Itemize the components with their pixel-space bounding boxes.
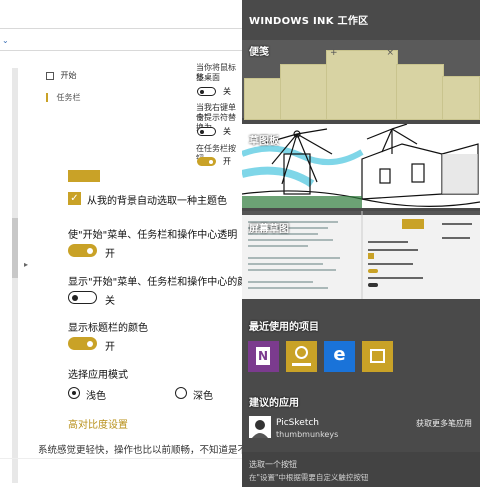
- transparency-label: 使"开始"菜单、任务栏和操作中心透明: [68, 230, 238, 241]
- toggle-switch[interactable]: [197, 87, 216, 96]
- divider: [0, 458, 242, 459]
- sticky-notes-tile[interactable]: + ×: [242, 40, 480, 120]
- suggested-apps-label: 建议的应用: [249, 398, 299, 409]
- accent-color-swatch[interactable]: [68, 170, 100, 182]
- selected-indicator: [46, 93, 48, 102]
- high-contrast-link[interactable]: 高对比度设置: [68, 416, 128, 431]
- panel-footer[interactable]: 选取一个按钮 在"设置"中根据需要自定义触控按钮: [242, 452, 480, 487]
- get-more-pen-apps-link[interactable]: 获取更多笔应用: [416, 418, 472, 429]
- show-color-toggle[interactable]: [68, 291, 97, 304]
- footer-title: 选取一个按钮: [249, 460, 297, 469]
- auto-color-checkbox[interactable]: ✓: [68, 192, 81, 205]
- transparency-toggle[interactable]: [68, 244, 97, 257]
- divider: [0, 50, 242, 51]
- sticky-note: [280, 64, 328, 120]
- show-color-label: 显示"开始"菜单、任务栏和操作中心的颜: [68, 277, 242, 288]
- dark-mode-radio[interactable]: [175, 387, 187, 399]
- footer-hint: 在"设置"中根据需要自定义触控按钮: [249, 473, 369, 482]
- suggested-app-name[interactable]: PicSketch: [276, 418, 319, 428]
- sticky-note: [396, 64, 444, 120]
- toggle-switch[interactable]: [197, 127, 216, 136]
- edge-icon[interactable]: e: [324, 341, 355, 372]
- sidebar-item-taskbar[interactable]: 任务栏: [46, 92, 81, 103]
- toggle-state: 关: [223, 87, 231, 96]
- divider: [0, 28, 242, 29]
- toggle-switch[interactable]: [197, 157, 216, 166]
- windows-ink-workspace-panel: WINDOWS INK 工作区 便笺 + × 草图板 屏幕草图 最近使用的项目 …: [242, 0, 480, 487]
- settings-window: ⌄ ▸ 开始 任务栏 当你将鼠标移 览桌面 关 当我右键单击" 令提示符替换为 …: [0, 0, 242, 487]
- chevron-down-icon[interactable]: ⌄: [2, 36, 9, 45]
- sticky-note: + ×: [326, 48, 398, 120]
- scrollbar[interactable]: [12, 68, 18, 483]
- toggle-state: 开: [105, 249, 115, 260]
- onenote-icon[interactable]: N: [248, 341, 279, 372]
- light-mode-radio[interactable]: [68, 387, 80, 399]
- sticky-note: [442, 76, 480, 120]
- option-text: 览桌面: [196, 73, 220, 82]
- sidebar-item-label: 任务栏: [56, 93, 81, 102]
- titlebar-color-label: 显示标题栏的颜色: [68, 323, 148, 334]
- add-icon: +: [330, 48, 338, 58]
- screen-sketch-label: 屏幕草图: [249, 224, 289, 235]
- recent-items-label: 最近使用的项目: [249, 322, 319, 333]
- sticky-notes-label: 便笺: [249, 47, 269, 58]
- toggle-state: 开: [105, 342, 115, 353]
- close-icon: ×: [386, 48, 394, 58]
- suggested-app-developer: thumbmunkeys: [276, 430, 339, 439]
- sticky-note: [244, 78, 282, 120]
- panel-title: WINDOWS INK 工作区: [249, 16, 369, 27]
- toggle-state: 开: [223, 157, 231, 166]
- auto-color-label: 从我的背景自动选取一种主题色: [87, 196, 227, 207]
- dark-mode-label: 深色: [193, 391, 213, 402]
- app-mode-label: 选择应用模式: [68, 370, 128, 381]
- picsketch-icon[interactable]: [249, 416, 271, 438]
- sidebar-item-label: 开始: [60, 71, 77, 80]
- toggle-state: 关: [105, 296, 115, 307]
- comment-text: 系统感觉更轻快，操作也比以前顺畅，不知道是不: [38, 445, 242, 456]
- light-mode-label: 浅色: [86, 391, 106, 402]
- maps-pin-icon[interactable]: [286, 341, 317, 372]
- grid-icon: [46, 71, 54, 80]
- sketchpad-label: 草图板: [249, 136, 279, 147]
- titlebar-color-toggle[interactable]: [68, 337, 97, 350]
- toggle-state: 关: [223, 127, 231, 136]
- scroll-arrow-icon[interactable]: ▸: [24, 260, 28, 269]
- scrollbar-thumb[interactable]: [12, 218, 18, 278]
- settings-topbar: [0, 0, 242, 28]
- photos-icon[interactable]: [362, 341, 393, 372]
- sidebar-item-start[interactable]: 开始: [46, 70, 77, 81]
